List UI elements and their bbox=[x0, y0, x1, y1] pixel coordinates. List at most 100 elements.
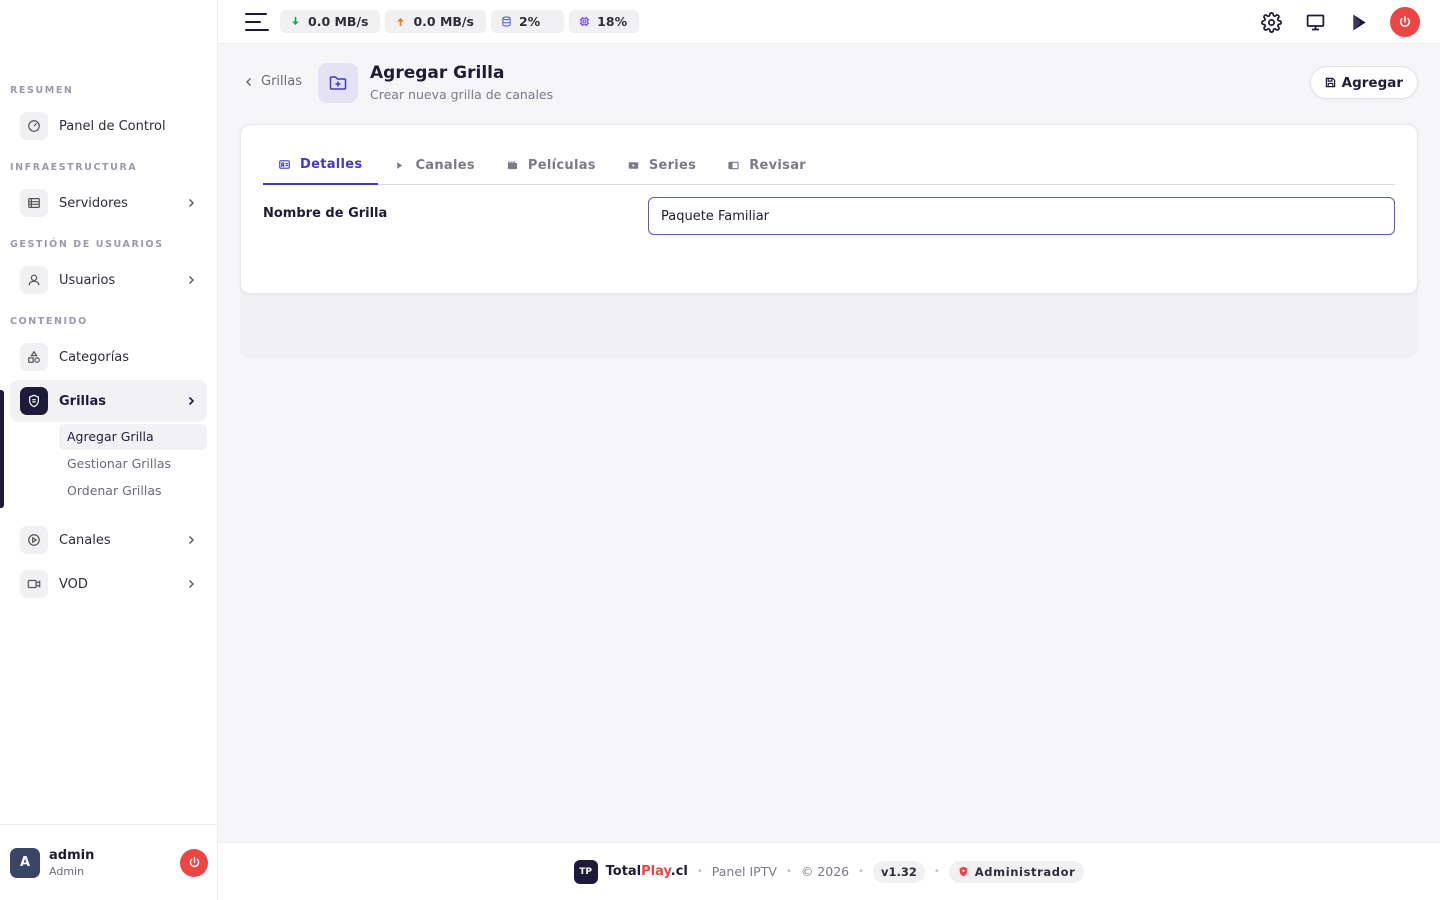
section-title-infra: INFRAESTRUCTURA bbox=[10, 162, 138, 173]
footer-version-badge: v1.32 bbox=[873, 860, 925, 883]
sidebar-item-panel[interactable]: Panel de Control bbox=[10, 105, 207, 147]
review-icon bbox=[728, 161, 739, 169]
tab-label: Series bbox=[648, 157, 697, 173]
back-link-label: Grillas bbox=[261, 74, 302, 89]
user-name: admin bbox=[49, 847, 95, 863]
section-title-contenido: CONTENIDO bbox=[10, 316, 88, 327]
role-label: Administrador bbox=[974, 864, 1076, 879]
menu-toggle-button[interactable] bbox=[245, 12, 269, 31]
tab-canales[interactable]: Canales bbox=[378, 145, 490, 185]
sidebar-item-canales[interactable]: Canales bbox=[10, 519, 207, 561]
sidebar-item-label: VOD bbox=[59, 576, 88, 592]
video-camera-icon bbox=[20, 570, 48, 598]
sidebar-brand-space bbox=[0, 0, 217, 80]
upload-stat: 0.0 MB/s bbox=[385, 10, 486, 33]
section-title-usuarios: GESTIÓN DE USUARIOS bbox=[10, 239, 164, 250]
dashboard-icon bbox=[20, 112, 48, 140]
footer-panel-label: Panel IPTV bbox=[711, 864, 777, 879]
page-header: Grillas Agregar Grilla Crear nueva grill… bbox=[240, 60, 1418, 106]
grilla-name-label: Nombre de Grilla bbox=[263, 206, 388, 221]
user-box: A admin Admin bbox=[0, 824, 218, 900]
chevron-right-icon bbox=[189, 276, 194, 284]
play-store-icon bbox=[1352, 14, 1366, 30]
section-title-resumen: RESUMEN bbox=[10, 85, 74, 96]
download-value: 0.0 MB/s bbox=[308, 14, 369, 29]
arrow-down-icon bbox=[292, 16, 299, 26]
tab-label: Detalles bbox=[300, 156, 363, 172]
grilla-name-input[interactable] bbox=[648, 197, 1395, 235]
form-card: Detalles Canales Películas Series Revisa… bbox=[240, 124, 1418, 294]
avatar[interactable]: A bbox=[10, 847, 40, 878]
subnav-ordenar-grillas[interactable]: Ordenar Grillas bbox=[59, 478, 207, 504]
sidebar-item-label: Categorías bbox=[59, 349, 130, 365]
subnav-agregar-grilla[interactable]: Agregar Grilla bbox=[59, 424, 207, 450]
film-icon bbox=[507, 160, 518, 169]
footer-role-badge: Administrador bbox=[948, 860, 1085, 883]
top-actions bbox=[1242, 7, 1420, 37]
folder-plus-icon bbox=[318, 63, 358, 103]
sidebar-item-label: Grillas bbox=[59, 393, 106, 409]
sidebar-item-usuarios[interactable]: Usuarios bbox=[10, 259, 207, 301]
tab-label: Películas bbox=[527, 157, 596, 173]
power-button[interactable] bbox=[1390, 7, 1420, 37]
tab-peliculas[interactable]: Películas bbox=[491, 145, 612, 185]
sidebar-item-label: Canales bbox=[59, 532, 111, 548]
play-circle-icon bbox=[20, 526, 48, 554]
subnav-gestionar-grillas[interactable]: Gestionar Grillas bbox=[59, 451, 207, 477]
user-info: admin Admin bbox=[49, 848, 180, 878]
database-icon bbox=[502, 16, 511, 27]
sidebar-item-vod[interactable]: VOD bbox=[10, 563, 207, 605]
page-subtitle: Crear nueva grilla de canales bbox=[370, 87, 554, 102]
sidebar-item-categorias[interactable]: Categorías bbox=[10, 336, 207, 378]
add-button-label: Agregar bbox=[1341, 74, 1403, 91]
grillas-subnav: Agregar Grilla Gestionar Grillas Ordenar… bbox=[59, 424, 207, 504]
monitor-button[interactable] bbox=[1300, 7, 1330, 37]
logout-button[interactable] bbox=[180, 848, 208, 877]
storage-stat: 2% bbox=[490, 10, 565, 33]
power-icon bbox=[1399, 15, 1411, 27]
topbar: 0.0 MB/s 0.0 MB/s 2% 18% bbox=[218, 0, 1440, 44]
sidebar: RESUMEN Panel de Control INFRAESTRUCTURA… bbox=[0, 0, 218, 900]
tv-icon bbox=[628, 161, 639, 169]
cpu-value: 18% bbox=[597, 14, 628, 29]
sidebar-item-label: Panel de Control bbox=[59, 118, 166, 134]
chevron-right-icon bbox=[189, 199, 194, 207]
footer: TP TotalPlay.cl • Panel IPTV • © 2026 • … bbox=[218, 842, 1440, 900]
tab-revisar[interactable]: Revisar bbox=[712, 145, 822, 185]
save-icon bbox=[1325, 77, 1335, 88]
play-icon bbox=[397, 161, 403, 169]
footer-separator: • bbox=[785, 866, 792, 877]
tab-series[interactable]: Series bbox=[612, 145, 712, 185]
server-icon bbox=[20, 189, 48, 217]
user-role: Admin bbox=[49, 864, 85, 878]
active-indicator bbox=[0, 390, 4, 508]
shield-icon bbox=[959, 866, 968, 877]
storage-value: 2% bbox=[518, 14, 541, 29]
version-label: v1.32 bbox=[881, 864, 917, 879]
download-stat: 0.0 MB/s bbox=[280, 10, 381, 33]
cpu-stat: 18% bbox=[569, 10, 640, 33]
footer-separator: • bbox=[696, 866, 703, 877]
back-link-grillas[interactable]: Grillas bbox=[244, 74, 302, 89]
play-store-button[interactable] bbox=[1344, 7, 1374, 37]
chevron-right-icon bbox=[189, 536, 194, 544]
settings-button[interactable] bbox=[1256, 7, 1286, 37]
sidebar-item-label: Usuarios bbox=[59, 272, 116, 288]
monitor-icon bbox=[1306, 14, 1324, 30]
brand-part-total: Total bbox=[605, 864, 642, 879]
tabs: Detalles Canales Películas Series Revisa… bbox=[263, 145, 1395, 185]
tab-detalles[interactable]: Detalles bbox=[263, 145, 379, 185]
add-button[interactable]: Agregar bbox=[1309, 66, 1418, 99]
brand-part-domain: .cl bbox=[670, 864, 688, 879]
chevron-right-icon bbox=[189, 580, 194, 588]
tab-label: Revisar bbox=[749, 157, 806, 173]
cpu-icon bbox=[580, 16, 590, 27]
sidebar-item-grillas[interactable]: Grillas bbox=[10, 380, 207, 422]
sidebar-item-servidores[interactable]: Servidores bbox=[10, 182, 207, 224]
arrow-up-icon bbox=[397, 17, 405, 27]
footer-separator: • bbox=[858, 866, 865, 877]
brand-part-play: Play bbox=[641, 864, 671, 879]
upload-value: 0.0 MB/s bbox=[413, 14, 474, 29]
chevron-right-icon bbox=[188, 396, 195, 406]
footer-brand[interactable]: TotalPlay.cl bbox=[606, 864, 688, 879]
